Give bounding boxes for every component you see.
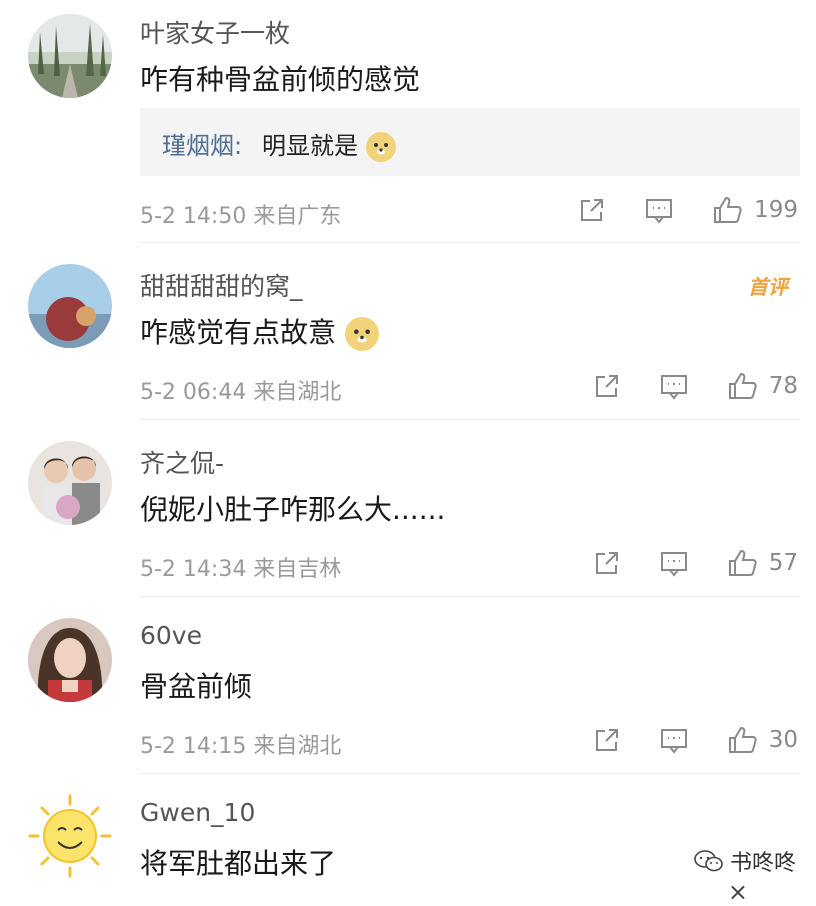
comment-meta: 5-2 14:50 来自广东: [140, 198, 341, 230]
reply-preview[interactable]: 瑾烟烟: 明显就是: [140, 108, 800, 176]
comment-icon[interactable]: [644, 196, 674, 224]
like-button[interactable]: 57: [727, 548, 798, 578]
first-comment-badge: 首评: [748, 275, 788, 299]
avatar[interactable]: [28, 618, 112, 702]
reply-username[interactable]: 瑾烟烟:: [162, 126, 242, 161]
comment-date: 5-2 14:50: [140, 204, 247, 229]
comment-item: 齐之侃- 倪妮小肚子咋那么大...... 5-2 14:34 来自吉林 57: [0, 420, 816, 597]
thumbs-up-icon: [714, 196, 742, 223]
comment-item: 叶家女子一枚 咋有种骨盆前倾的感觉 瑾烟烟: 明显就是 5-2 14:50 来自…: [0, 0, 816, 243]
like-button[interactable]: 30: [727, 725, 798, 755]
avatar[interactable]: [28, 14, 112, 98]
watermark: 书咚咚: [694, 845, 796, 877]
comment-icon[interactable]: [659, 549, 689, 577]
share-icon[interactable]: [578, 196, 606, 224]
doge-emoji-icon: [344, 317, 379, 351]
watermark-text: 书咚咚: [729, 851, 796, 876]
avatar[interactable]: [28, 794, 112, 878]
username[interactable]: 甜甜甜甜的窝_: [140, 267, 303, 303]
comment-meta: 5-2 14:15 来自湖北: [140, 728, 341, 760]
username[interactable]: Gwen_10: [140, 798, 255, 827]
comment-location: 来自湖北: [253, 380, 342, 405]
comment-text: 咋有种骨盆前倾的感觉: [140, 63, 421, 96]
close-icon[interactable]: ×: [728, 878, 748, 906]
share-icon[interactable]: [593, 726, 621, 754]
comment-date: 5-2 14:34: [140, 557, 247, 582]
comment-location: 来自湖北: [253, 734, 342, 759]
thumbs-up-icon: [728, 372, 757, 399]
wechat-icon: [694, 850, 723, 872]
doge-emoji-icon: [365, 132, 396, 162]
like-count: 199: [754, 197, 798, 223]
avatar[interactable]: [28, 441, 112, 525]
comment-date: 5-2 06:44: [140, 380, 247, 405]
like-count: 78: [768, 373, 798, 399]
comment-actions: 199: [578, 195, 798, 225]
comment-actions: 78: [593, 371, 798, 401]
comment-actions: 57: [593, 548, 798, 578]
comment-location: 来自吉林: [253, 557, 342, 582]
comment-icon[interactable]: [659, 726, 689, 754]
username[interactable]: 齐之侃-: [140, 444, 224, 480]
share-icon[interactable]: [593, 549, 621, 577]
comment-meta: 5-2 06:44 来自湖北: [140, 374, 341, 406]
like-count: 30: [768, 727, 798, 753]
comment-text: 咋感觉有点故意: [140, 311, 379, 351]
comment-item: 甜甜甜甜的窝_ 首评 咋感觉有点故意 5-2 06:44 来自湖北 78: [0, 243, 816, 420]
comment-icon[interactable]: [659, 372, 689, 400]
comment-actions: 30: [593, 725, 798, 755]
comment-location: 来自广东: [253, 204, 342, 229]
share-icon[interactable]: [593, 372, 621, 400]
like-button[interactable]: 78: [727, 371, 798, 401]
comment-text: 倪妮小肚子咋那么大......: [140, 493, 446, 526]
comment-item: 60ve 骨盆前倾 5-2 14:15 来自湖北 30: [0, 597, 816, 774]
avatar[interactable]: [28, 264, 112, 348]
like-button[interactable]: 199: [712, 195, 798, 225]
username[interactable]: 60ve: [140, 621, 202, 650]
comment-text: 骨盆前倾: [140, 670, 253, 703]
thumbs-up-icon: [728, 726, 757, 753]
comment-text: 将军肚都出来了: [140, 847, 337, 880]
comment-item: Gwen_10 将军肚都出来了: [0, 774, 816, 896]
like-count: 57: [768, 550, 798, 576]
comment-date: 5-2 14:15: [140, 734, 247, 759]
comment-meta: 5-2 14:34 来自吉林: [140, 551, 341, 583]
thumbs-up-icon: [728, 549, 757, 576]
reply-text: 明显就是: [262, 126, 396, 162]
username[interactable]: 叶家女子一枚: [140, 14, 290, 50]
